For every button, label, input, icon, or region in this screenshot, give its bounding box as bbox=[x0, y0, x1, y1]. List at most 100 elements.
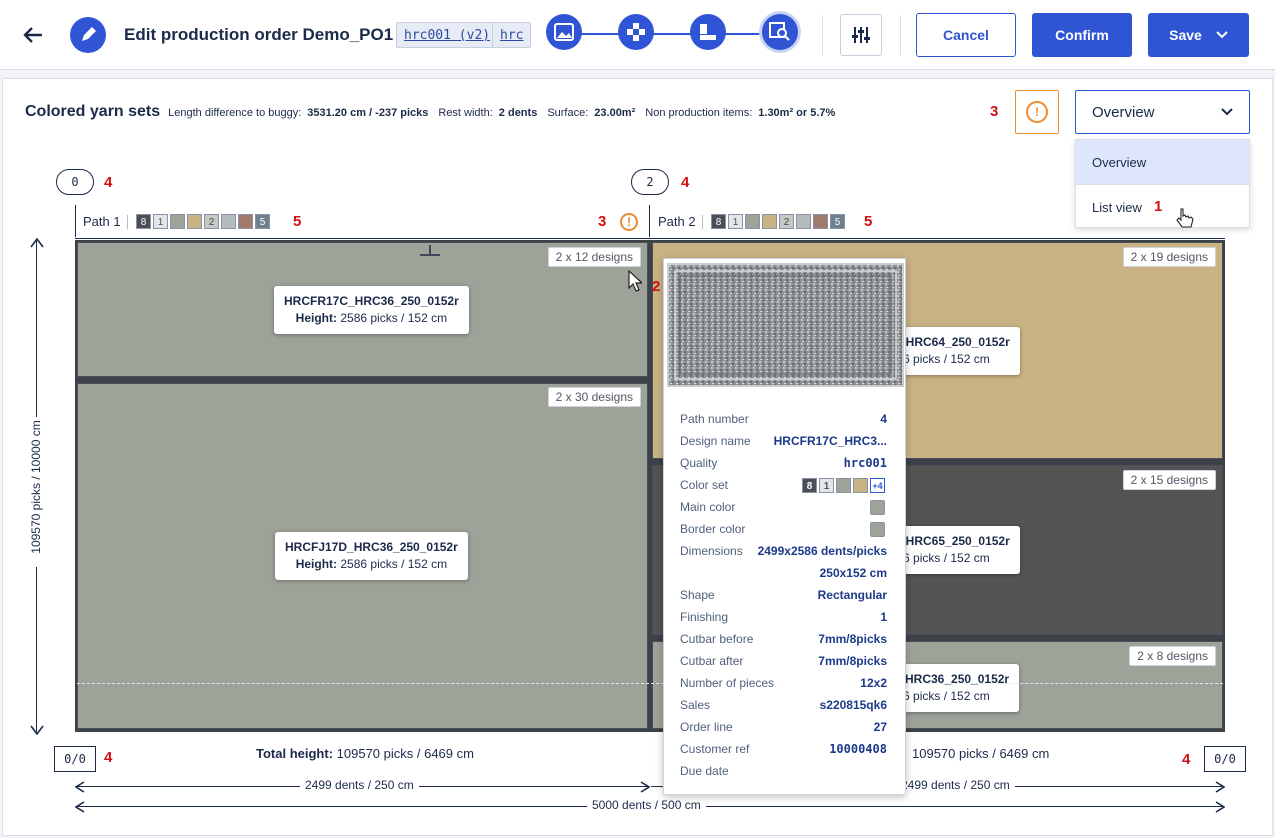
tooltip-key: Sales bbox=[680, 698, 711, 712]
color-swatch: 1 bbox=[728, 214, 743, 230]
steps-line bbox=[578, 33, 788, 35]
tooltip-row: Number of pieces 12x2 bbox=[680, 673, 887, 693]
tooltip-row: Quality hrc001 bbox=[680, 453, 887, 473]
step-overview-icon[interactable] bbox=[762, 14, 798, 50]
quality-chip[interactable]: hrc001 (v2) bbox=[396, 22, 499, 48]
tooltip-value: hrc001 bbox=[843, 456, 887, 470]
tooltip-key: Main color bbox=[680, 500, 736, 514]
back-arrow-icon[interactable] bbox=[22, 24, 44, 46]
length-diff-value: 3531.20 cm / -237 picks bbox=[307, 107, 429, 119]
design-count-badge: 2 x 12 designs bbox=[547, 247, 641, 267]
filter-settings-button[interactable] bbox=[840, 14, 882, 56]
tooltip-key: Finishing bbox=[680, 610, 729, 624]
length-diff-label: Length difference to buggy: bbox=[168, 107, 302, 119]
color-swatch bbox=[221, 214, 236, 230]
mouse-pointer-icon bbox=[628, 270, 642, 292]
annotation-3: 3 bbox=[990, 103, 999, 120]
color-swatch: 8 bbox=[711, 214, 726, 230]
design-count-badge: 2 x 15 designs bbox=[1122, 470, 1216, 490]
tooltip-value: 7mm/8picks bbox=[818, 632, 887, 646]
save-button[interactable]: Save bbox=[1148, 13, 1249, 57]
color-swatch bbox=[870, 499, 885, 515]
color-swatch: 2 bbox=[204, 214, 219, 230]
path2-width: 2499 dents / 250 cm bbox=[896, 778, 1015, 792]
quality-group-chip[interactable]: hrc bbox=[492, 22, 532, 48]
design-tooltip: Path number 4 Design name HRCFR17C_HRC3... Q… bbox=[663, 258, 906, 795]
path2-total-height: 109570 picks / 6469 cm bbox=[912, 746, 1049, 761]
path1-color-set: 81 2 5 bbox=[136, 213, 272, 231]
annotation-4: 4 bbox=[681, 174, 690, 191]
path1-label: Path 1 bbox=[83, 214, 121, 229]
design-count-badge: 2 x 30 designs bbox=[547, 387, 641, 407]
annotation-1: 1 bbox=[1154, 198, 1163, 215]
section-title: Colored yarn sets bbox=[25, 103, 161, 120]
menu-item-list-view[interactable]: List view bbox=[1076, 185, 1249, 227]
design-count-badge: 2 x 19 designs bbox=[1122, 247, 1216, 267]
page-title: Edit production order Demo_PO1 bbox=[124, 25, 393, 45]
step-layout-icon[interactable] bbox=[690, 14, 726, 50]
height-value: 2586 picks / 152 cm bbox=[340, 311, 448, 325]
rest-width-value: 2 dents bbox=[498, 107, 538, 119]
confirm-button[interactable]: Confirm bbox=[1032, 13, 1132, 57]
path1-warning-icon[interactable]: ! bbox=[620, 213, 638, 231]
tooltip-row: Customer ref 10000408 bbox=[680, 739, 887, 759]
path1-total-height: Total height: 109570 picks / 6469 cm bbox=[256, 746, 474, 761]
annotation-5: 5 bbox=[293, 213, 302, 230]
color-swatch: 5 bbox=[255, 214, 270, 230]
path2-label: Path 2 bbox=[658, 214, 696, 229]
tooltip-value bbox=[870, 499, 887, 515]
color-swatch bbox=[238, 214, 253, 230]
tooltip-value: 7mm/8picks bbox=[818, 654, 887, 668]
tooltip-row: Path number 4 bbox=[680, 409, 887, 429]
cancel-button[interactable]: Cancel bbox=[916, 13, 1016, 57]
arrow-down-icon bbox=[30, 725, 44, 735]
design-cell[interactable]: 2 x 12 designs HRCFR17C_HRC36_250_0152r … bbox=[77, 242, 648, 377]
tooltip-row: Cutbar after 7mm/8picks bbox=[680, 651, 887, 671]
hand-pointer-icon bbox=[1176, 208, 1194, 228]
annotation-4: 4 bbox=[1182, 751, 1191, 768]
tooltip-value: Rectangular bbox=[817, 588, 887, 602]
tooltip-value: 27 bbox=[873, 720, 887, 734]
design-name: HRCFJ17D_HRC36_250_0152r bbox=[285, 540, 458, 554]
menu-item-overview[interactable]: Overview bbox=[1076, 140, 1249, 184]
total-height-label: Total height: bbox=[256, 746, 334, 761]
view-select[interactable]: Overview bbox=[1075, 90, 1250, 134]
top-bar: Edit production order Demo_PO1 hrc001 (v… bbox=[0, 0, 1275, 70]
tooltip-key: Customer ref bbox=[680, 742, 750, 756]
edit-icon bbox=[70, 17, 106, 53]
color-swatch bbox=[762, 214, 777, 230]
arrow-right-icon bbox=[1215, 801, 1225, 813]
total-height-value: 109570 picks / 6469 cm bbox=[912, 746, 1050, 761]
step-pattern-icon[interactable] bbox=[618, 14, 654, 50]
color-swatch: 8 bbox=[136, 214, 151, 230]
design-cell[interactable]: 2 x 30 designs HRCFJ17D_HRC36_250_0152r … bbox=[77, 383, 648, 729]
color-swatch: 2 bbox=[779, 214, 794, 230]
tooltip-key: Cutbar after bbox=[680, 654, 744, 668]
annotation-3: 3 bbox=[598, 213, 607, 230]
tooltip-key: Order line bbox=[680, 720, 733, 734]
color-swatch bbox=[745, 214, 760, 230]
tooltip-row: Order line 27 bbox=[680, 717, 887, 737]
more-colors-badge[interactable]: +4 bbox=[870, 477, 885, 493]
warning-button[interactable]: ! bbox=[1015, 90, 1059, 134]
design-name: HRCFR17C_HRC36_250_0152r bbox=[284, 294, 459, 308]
tooltip-value: 1 bbox=[880, 610, 887, 624]
design-card: HRCFR17C_HRC36_250_0152r Height: 2586 pi… bbox=[274, 286, 469, 334]
color-swatch bbox=[813, 214, 828, 230]
tooltip-value bbox=[870, 521, 887, 537]
arrow-left-icon bbox=[75, 801, 85, 813]
chevron-down-icon bbox=[1216, 31, 1228, 39]
color-swatch: 5 bbox=[830, 214, 845, 230]
tooltip-value: 12x2 bbox=[860, 676, 887, 690]
surface-value: 23.00m² bbox=[594, 107, 636, 119]
tooltip-row: Design name HRCFR17C_HRC3... bbox=[680, 431, 887, 451]
color-swatch bbox=[870, 521, 885, 537]
arrow-up-icon bbox=[30, 238, 44, 248]
resize-handle-icon[interactable] bbox=[420, 244, 440, 256]
tooltip-value: 250x152 cm bbox=[819, 566, 887, 580]
height-label: Height: bbox=[295, 557, 338, 571]
arrow-right-icon bbox=[1215, 781, 1225, 793]
surface-label: Surface: bbox=[547, 107, 589, 119]
path1-width: 2499 dents / 250 cm bbox=[300, 778, 419, 792]
step-image-icon[interactable] bbox=[546, 14, 582, 50]
